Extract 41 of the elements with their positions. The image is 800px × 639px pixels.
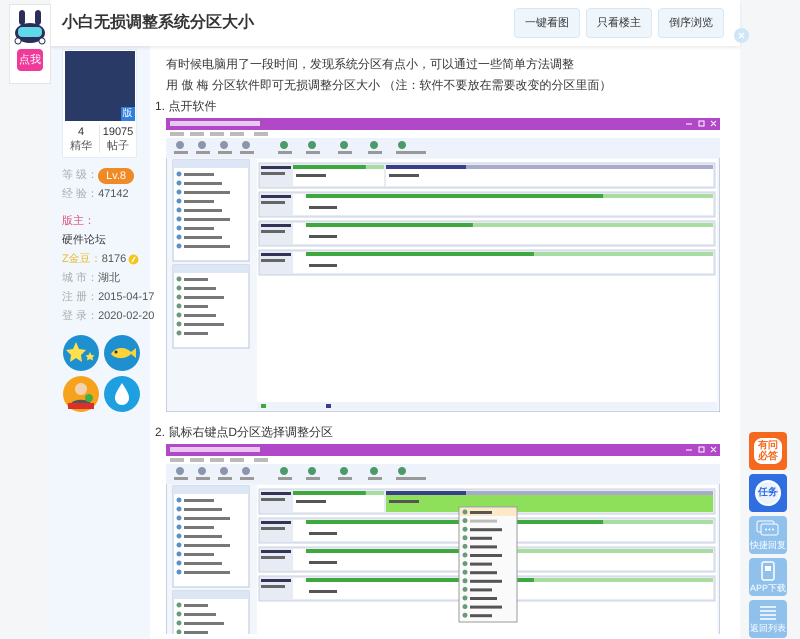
info-value: 47142 — [98, 187, 129, 202]
info-label: 等 级： — [62, 168, 98, 183]
water-drop-badge-icon — [103, 375, 141, 413]
info-label: 登 录： — [62, 309, 98, 324]
post-title: 小白无损调整系统分区大小 — [62, 12, 254, 33]
view-option-button[interactable]: 倒序浏览 — [658, 8, 724, 38]
view-option-button[interactable]: 一键看图 — [514, 8, 580, 38]
person-badge-icon — [62, 375, 100, 413]
view-option-button[interactable]: 只看楼主 — [586, 8, 652, 38]
fish-badge-icon — [103, 334, 141, 372]
info-label: 城 市： — [62, 270, 98, 286]
level-badge: Lv.8 — [98, 168, 134, 184]
info-label: 注 册： — [62, 290, 98, 305]
info-label: 版主： — [62, 214, 95, 229]
info-label: Z金豆： — [62, 252, 102, 267]
forum-link[interactable]: 硬件论坛 — [62, 231, 106, 250]
click-me-button[interactable]: 点我 — [17, 49, 43, 71]
close-icon[interactable] — [734, 28, 749, 43]
list-icon — [758, 605, 778, 621]
post-paragraph: 用 傲 梅 分区软件即可无损调整分区大小 （注：软件不要放在需要改变的分区里面） — [166, 77, 612, 94]
info-value: 8176 — [102, 252, 126, 267]
qa-button[interactable]: 有问必答 — [749, 432, 787, 470]
chat-bubbles-icon — [756, 520, 780, 538]
info-value: 2020-02-20 — [98, 309, 154, 324]
stat-label: 精华 — [70, 139, 92, 153]
stat-label: 帖子 — [107, 139, 129, 153]
bunny-mascot-icon — [13, 9, 47, 45]
post-paragraph: 有时候电脑用了一段时间，发现系统分区有点小，可以通过一些简单方法调整 — [166, 56, 575, 73]
avatar-photo-placeholder — [64, 51, 134, 121]
info-value: 2015-04-17 — [98, 290, 154, 305]
star-badge-icon — [62, 334, 100, 372]
info-label: 经 验： — [62, 187, 98, 202]
stat-value: 19075 — [102, 125, 134, 139]
info-value: 湖北 — [98, 271, 120, 286]
task-button[interactable]: 任务 — [749, 474, 787, 512]
stat-value: 4 — [78, 125, 84, 139]
phone-icon — [760, 561, 776, 581]
step-heading: 2. 鼠标右键点D分区选择调整分区 — [155, 424, 334, 441]
moderator-badge: 版 — [120, 107, 134, 121]
step-heading: 1. 点开软件 — [155, 98, 218, 115]
coin-icon — [128, 254, 140, 265]
